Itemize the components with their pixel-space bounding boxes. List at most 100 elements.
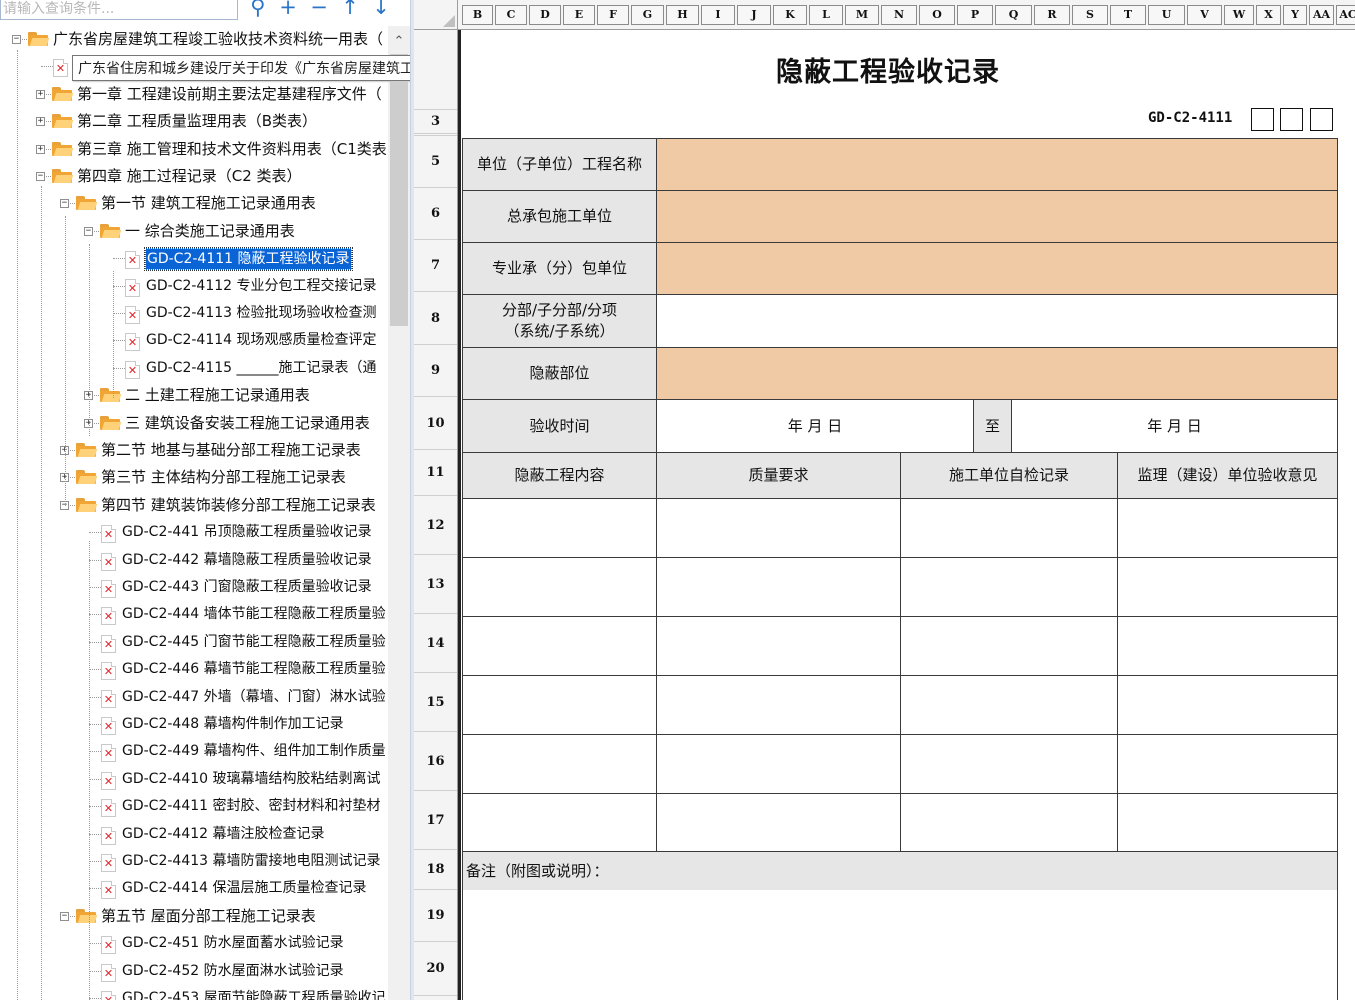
tree-file-node[interactable]: GD-C2-4411 密封胶、密封材料和衬垫材 bbox=[0, 794, 388, 818]
column-header[interactable]: N bbox=[881, 5, 917, 25]
tree-folder-node[interactable]: − 一 综合类施工记录通用表 bbox=[0, 219, 388, 243]
tree-file-node[interactable]: GD-C2-453 屋面节能隐蔽工程质量验收记 bbox=[0, 986, 388, 1000]
tree-folder-node[interactable]: − 第四章 施工过程记录（C2 类表） bbox=[0, 164, 388, 188]
tree-label[interactable]: 二 土建工程施工记录通用表 bbox=[124, 385, 311, 405]
tree-label[interactable]: 第一节 建筑工程施工记录通用表 bbox=[100, 193, 317, 213]
column-header[interactable]: J bbox=[737, 5, 771, 25]
tree-folder-node[interactable]: − 第五节 屋面分部工程施工记录表 bbox=[0, 904, 388, 928]
remarks-field[interactable] bbox=[462, 890, 1338, 1000]
row-header[interactable] bbox=[414, 30, 457, 110]
tree-label[interactable]: 第一章 工程建设前期主要法定基建程序文件（ bbox=[76, 84, 383, 104]
tree-label[interactable]: GD-C2-448 幕墙构件制作加工记录 bbox=[121, 714, 345, 734]
column-header[interactable]: P bbox=[957, 5, 993, 25]
move-up-icon[interactable]: ↑ bbox=[339, 0, 361, 20]
column-header[interactable]: F bbox=[597, 5, 629, 25]
column-header[interactable]: X bbox=[1256, 5, 1281, 25]
tree-label[interactable]: GD-C2-442 幕墙隐蔽工程质量验收记录 bbox=[121, 550, 373, 570]
tree-folder-node[interactable]: + 二 土建工程施工记录通用表 bbox=[0, 383, 388, 407]
tree-label[interactable]: GD-C2-444 墙体节能工程隐蔽工程质量验 bbox=[121, 604, 387, 624]
tree-file-node[interactable]: GD-C2-441 吊顶隐蔽工程质量验收记录 bbox=[0, 520, 388, 544]
tree-folder-node[interactable]: + 第二章 工程质量监理用表（B类表） bbox=[0, 109, 388, 133]
tree-label[interactable]: 第四节 建筑装饰装修分部工程施工记录表 bbox=[100, 495, 377, 515]
collapse-icon[interactable]: − bbox=[84, 226, 93, 236]
tree-label[interactable]: GD-C2-4115 ______施工记录表（通 bbox=[145, 358, 378, 378]
column-header[interactable]: AA bbox=[1309, 5, 1334, 25]
tree-label[interactable]: GD-C2-4412 幕墙注胶检查记录 bbox=[121, 824, 326, 844]
tree-label[interactable]: GD-C2-443 门窗隐蔽工程质量验收记录 bbox=[121, 577, 373, 597]
column-header[interactable]: B bbox=[462, 5, 493, 25]
end-date-field[interactable]: 年 月 日 bbox=[1011, 399, 1338, 453]
tree-folder-node[interactable]: − 第四节 建筑装饰装修分部工程施工记录表 bbox=[0, 493, 388, 517]
division-field[interactable] bbox=[656, 294, 1338, 348]
column-header[interactable]: T bbox=[1110, 5, 1146, 25]
tree-label[interactable]: GD-C2-4414 保温层施工质量检查记录 bbox=[121, 878, 368, 898]
column-header[interactable]: L bbox=[809, 5, 843, 25]
tree-file-node[interactable]: GD-C2-4413 幕墙防雷接地电阻测试记录 bbox=[0, 849, 388, 873]
search-icon[interactable]: ⚲ bbox=[247, 0, 269, 20]
add-icon[interactable]: + bbox=[277, 0, 299, 20]
column-header[interactable]: Q bbox=[995, 5, 1032, 25]
tree-label[interactable]: GD-C2-4112 专业分包工程交接记录 bbox=[145, 276, 378, 296]
select-all-corner[interactable] bbox=[414, 0, 458, 30]
row-header[interactable]: 5 bbox=[414, 136, 457, 188]
tree-label[interactable]: GD-C2-4413 幕墙防雷接地电阻测试记录 bbox=[121, 851, 382, 871]
tree-folder-node[interactable]: + 三 建筑设备安装工程施工记录通用表 bbox=[0, 411, 388, 435]
opinion-cell[interactable] bbox=[1117, 616, 1338, 676]
tree-label[interactable]: GD-C2-445 门窗节能工程隐蔽工程质量验 bbox=[121, 632, 387, 652]
scroll-up-icon[interactable]: ⌃ bbox=[388, 34, 410, 52]
tree-label-selected[interactable]: GD-C2-4111 隐蔽工程验收记录 bbox=[144, 247, 353, 272]
selfcheck-cell[interactable] bbox=[900, 793, 1118, 853]
tree-file-node[interactable]: GD-C2-442 幕墙隐蔽工程质量验收记录 bbox=[0, 548, 388, 572]
row-header[interactable]: 13 bbox=[414, 555, 457, 614]
content-cell[interactable] bbox=[462, 675, 657, 735]
row-header[interactable]: 8 bbox=[414, 292, 457, 345]
column-header[interactable]: R bbox=[1034, 5, 1070, 25]
tree-label[interactable]: GD-C2-449 幕墙构件、组件加工制作质量 bbox=[121, 741, 387, 761]
tree-file-node[interactable]: GD-C2-444 墙体节能工程隐蔽工程质量验 bbox=[0, 602, 388, 626]
scrollbar-thumb[interactable] bbox=[390, 54, 408, 326]
column-header[interactable]: O bbox=[919, 5, 955, 25]
tree-file-node[interactable]: GD-C2-449 幕墙构件、组件加工制作质量 bbox=[0, 739, 388, 763]
code-box-2[interactable] bbox=[1280, 108, 1303, 131]
column-header[interactable]: AC bbox=[1336, 5, 1355, 25]
column-header[interactable]: D bbox=[529, 5, 561, 25]
tree-file-node[interactable]: GD-C2-4410 玻璃幕墙结构胶粘结剥离试 bbox=[0, 767, 388, 791]
tree-label[interactable]: GD-C2-441 吊顶隐蔽工程质量验收记录 bbox=[121, 522, 373, 542]
row-header[interactable]: 19 bbox=[414, 890, 457, 942]
tree-label[interactable]: 第四章 施工过程记录（C2 类表） bbox=[76, 166, 303, 186]
column-header[interactable]: V bbox=[1187, 5, 1222, 25]
column-header[interactable]: C bbox=[495, 5, 527, 25]
column-header[interactable]: G bbox=[631, 5, 664, 25]
search-input[interactable] bbox=[0, 0, 238, 20]
document-tree[interactable]: −广东省房屋建筑工程竣工验收技术资料统一用表（广东省住房和城乡建设厅关于印发+第… bbox=[0, 26, 388, 1000]
tree-folder-node[interactable]: + 第一章 工程建设前期主要法定基建程序文件（ bbox=[0, 82, 388, 106]
quality-cell[interactable] bbox=[656, 675, 901, 735]
expand-icon[interactable]: + bbox=[36, 117, 45, 127]
selfcheck-cell[interactable] bbox=[900, 616, 1118, 676]
tree-folder-node[interactable]: − 广东省房屋建筑工程竣工验收技术资料统一用表（ bbox=[0, 27, 388, 51]
tree-file-node[interactable]: GD-C2-4111 隐蔽工程验收记录 bbox=[0, 246, 388, 272]
tree-file-node[interactable]: GD-C2-447 外墙（幕墙、门窗）淋水试验 bbox=[0, 685, 388, 709]
row-header[interactable]: 18 bbox=[414, 850, 457, 890]
tree-folder-node[interactable]: + 第三章 施工管理和技术文件资料用表（C1类表 bbox=[0, 137, 388, 161]
column-header[interactable]: U bbox=[1148, 5, 1185, 25]
column-header[interactable]: W bbox=[1224, 5, 1254, 25]
expand-icon[interactable]: + bbox=[36, 144, 45, 154]
tree-folder-node[interactable]: + 第二节 地基与基础分部工程施工记录表 bbox=[0, 438, 388, 462]
row-header[interactable]: 9 bbox=[414, 345, 457, 397]
code-box-3[interactable] bbox=[1310, 108, 1333, 131]
tree-label[interactable]: GD-C2-4411 密封胶、密封材料和衬垫材 bbox=[121, 796, 382, 816]
concealed-location-field[interactable] bbox=[656, 347, 1338, 400]
row-header[interactable]: 11 bbox=[414, 450, 457, 496]
collapse-icon[interactable]: − bbox=[12, 35, 21, 44]
opinion-cell[interactable] bbox=[1117, 557, 1338, 617]
contractor-field[interactable] bbox=[656, 190, 1338, 243]
selfcheck-cell[interactable] bbox=[900, 675, 1118, 735]
column-header[interactable]: E bbox=[563, 5, 595, 25]
subcontractor-field[interactable] bbox=[656, 242, 1338, 295]
row-header[interactable]: 10 bbox=[414, 397, 457, 450]
tree-file-node[interactable]: GD-C2-445 门窗节能工程隐蔽工程质量验 bbox=[0, 630, 388, 654]
row-header[interactable]: 16 bbox=[414, 732, 457, 791]
tree-file-node[interactable]: GD-C2-4414 保温层施工质量检查记录 bbox=[0, 876, 388, 900]
tree-label[interactable]: 第二节 地基与基础分部工程施工记录表 bbox=[100, 440, 362, 460]
